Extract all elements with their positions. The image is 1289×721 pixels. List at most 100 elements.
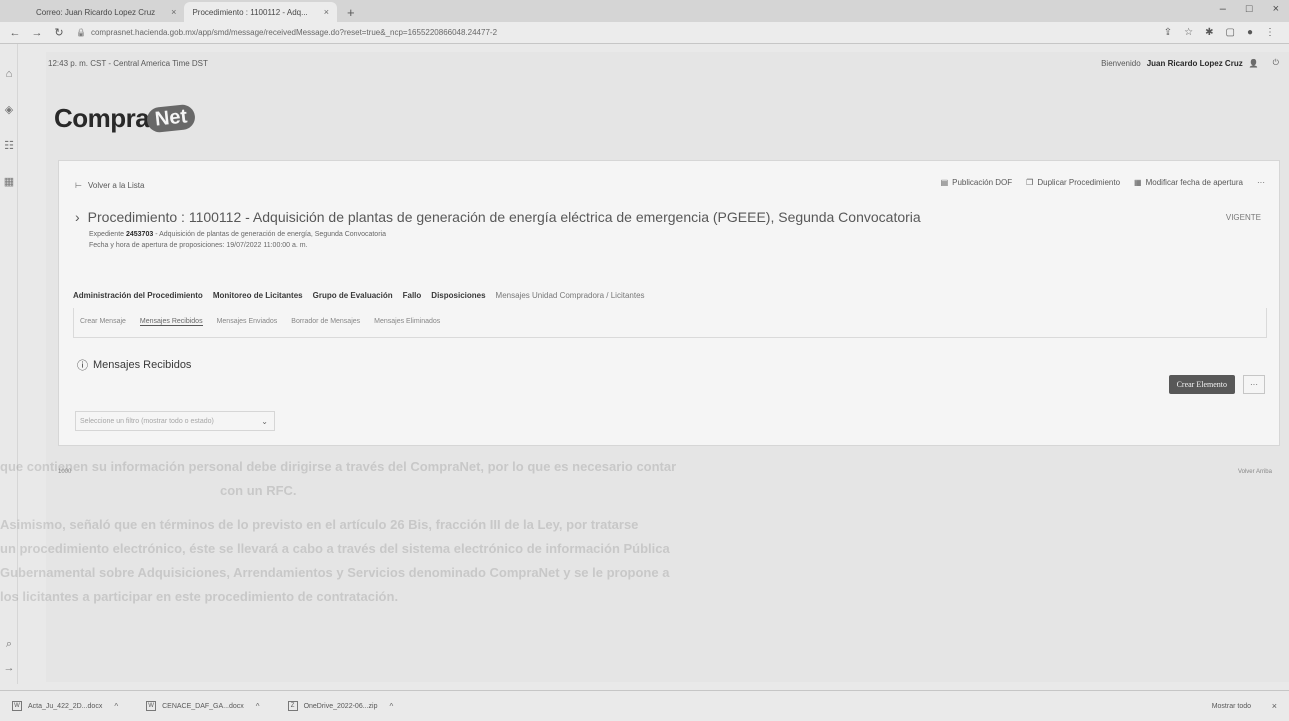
modify-date-button[interactable]: ▦ Modificar fecha de apertura [1134, 178, 1243, 187]
logo-text-compra: Compra [54, 102, 150, 133]
procedure-title-text: Procedimiento : 1100112 - Adquisición de… [87, 209, 921, 225]
new-tab-button[interactable]: + [337, 2, 365, 22]
tab-messages[interactable]: Mensajes Unidad Compradora / Licitantes [496, 291, 645, 300]
sub-tabs-container: Crear Mensaje Mensajes Recibidos Mensaje… [73, 308, 1267, 338]
expand-arrow-icon[interactable]: → [3, 662, 15, 674]
url-text: comprasnet.hacienda.gob.mx/app/smd/messa… [90, 28, 498, 37]
status-badge: VIGENTE [1225, 213, 1261, 222]
tab-fallo[interactable]: Fallo [403, 291, 422, 300]
chevron-up-icon[interactable]: ^ [390, 702, 394, 711]
action-label: Modificar fecha de apertura [1145, 178, 1243, 187]
search-icon[interactable]: ⌕ [3, 638, 15, 650]
browser-tab-procedure[interactable]: Procedimiento : 1100112 - Adq... × [184, 2, 338, 22]
action-label: Publicación DOF [952, 178, 1013, 187]
publish-dof-button[interactable]: ▤ Publicación DOF [941, 178, 1013, 187]
procedure-header: › Procedimiento : 1100112 - Adquisición … [75, 209, 1261, 265]
building-icon[interactable]: ▦ [3, 176, 15, 188]
tab-disposiciones[interactable]: Disposiciones [431, 291, 485, 300]
word-file-icon: W [12, 701, 22, 711]
document-icon: ▤ [940, 178, 949, 187]
download-name: OneDrive_2022-06...zip [303, 702, 378, 710]
subtab-sent-messages[interactable]: Mensajes Enviados [217, 318, 278, 326]
expediente-number: 2453703 [125, 231, 154, 238]
download-name: Acta_Ju_422_2D...docx [28, 702, 103, 710]
subtab-deleted-messages[interactable]: Mensajes Eliminados [374, 318, 440, 326]
expediente-line: Expediente 2453703 - Adquisición de plan… [89, 231, 1261, 238]
minimize-button[interactable]: – [1220, 3, 1226, 15]
users-icon[interactable]: ☷ [3, 140, 15, 152]
tab-evaluation-group[interactable]: Grupo de Evaluación [313, 291, 393, 300]
welcome-prefix: Bienvenido [1101, 58, 1141, 68]
zip-file-icon: Z [287, 701, 298, 711]
help-icon: ⓘ [77, 360, 88, 372]
share-icon[interactable]: ⇪ [1164, 27, 1172, 38]
download-item[interactable]: W CENACE_DAF_GA...docx ^ [146, 701, 275, 711]
filter-placeholder: Seleccione un filtro (mostrar todo o est… [80, 417, 214, 425]
maximize-button[interactable]: □ [1246, 3, 1253, 15]
procedure-actions: ▤ Publicación DOF ❐ Duplicar Procedimien… [941, 178, 1265, 187]
bg-line: Asimismo, señaló que en términos de lo p… [0, 517, 639, 532]
subtab-create-message[interactable]: Crear Mensaje [80, 318, 126, 326]
word-file-icon: W [146, 701, 157, 711]
download-item[interactable]: W Acta_Ju_422_2D...docx ^ [12, 701, 134, 711]
subtab-received-messages[interactable]: Mensajes Recibidos [139, 318, 203, 326]
browser-tab-bar: Correo: Juan Ricardo Lopez Cruz × Proced… [0, 0, 1289, 22]
bg-line: con un RFC. [220, 483, 297, 498]
downloads-bar: W Acta_Ju_422_2D...docx ^ W CENACE_DAF_G… [0, 690, 1289, 721]
close-tab-icon[interactable]: × [171, 7, 176, 17]
wifi-icon[interactable]: ◈ [3, 104, 15, 116]
download-item[interactable]: Z OneDrive_2022-06...zip ^ [287, 701, 410, 711]
home-icon[interactable]: ⌂ [3, 68, 15, 80]
close-tab-icon[interactable]: × [324, 7, 329, 17]
section-heading: ⓘ Mensajes Recibidos [77, 357, 191, 373]
expediente-desc: - Adquisición de plantas de generación d… [155, 231, 386, 238]
close-window-button[interactable]: × [1273, 3, 1279, 15]
duplicate-procedure-button[interactable]: ❐ Duplicar Procedimiento [1026, 178, 1120, 187]
user-icon[interactable]: 👤 [1249, 59, 1259, 68]
power-icon[interactable]: ⏻ [1273, 58, 1279, 68]
bg-line: que contienen su información personal de… [0, 459, 677, 474]
tab-monitoring[interactable]: Monitoreo de Licitantes [213, 291, 303, 300]
lock-icon: 🔒 [76, 28, 86, 37]
browser-toolbar-icons: ⇪ ☆ ✱ ▢ ● ⋮ [1164, 27, 1275, 38]
url-field[interactable]: 🔒 comprasnet.hacienda.gob.mx/app/smd/mes… [76, 28, 1164, 37]
top-info-bar: 12:43 p. m. CST - Central America Time D… [46, 52, 1289, 74]
procedure-title: › Procedimiento : 1100112 - Adquisición … [75, 209, 1261, 225]
back-icon: ⊢ [75, 181, 82, 190]
download-name: CENACE_DAF_GA...docx [162, 702, 244, 710]
sidebar-icon[interactable]: ▢ [1226, 27, 1235, 38]
subtab-drafts[interactable]: Borrador de Mensajes [291, 318, 360, 326]
procedure-card: ⊢ Volver a la Lista ▤ Publicación DOF ❐ … [58, 160, 1280, 446]
main-tabs: Administración del Procedimiento Monitor… [73, 291, 645, 300]
menu-icon[interactable]: ⋮ [1265, 27, 1275, 38]
more-actions-button[interactable]: ··· [1257, 178, 1265, 187]
back-arrow-icon[interactable]: ← [8, 27, 22, 39]
user-welcome: Bienvenido Juan Ricardo Lopez Cruz 👤 ⏻ [1101, 58, 1279, 68]
compranet-logo: Compra Net [54, 98, 197, 138]
extensions-icon[interactable]: ✱ [1205, 27, 1213, 38]
chevron-up-icon[interactable]: ^ [256, 702, 260, 711]
create-element-button[interactable]: Crear Elemento [1168, 375, 1235, 394]
profile-icon[interactable]: ● [1247, 27, 1253, 38]
browser-tab-mail[interactable]: Correo: Juan Ricardo Lopez Cruz × [28, 2, 184, 22]
opening-date: Fecha y hora de apertura de proposicione… [89, 242, 308, 249]
sub-tabs: Crear Mensaje Mensajes Recibidos Mensaje… [80, 318, 440, 326]
window-controls: – □ × [1220, 3, 1279, 15]
forward-arrow-icon[interactable]: → [30, 27, 44, 39]
tab-administration[interactable]: Administración del Procedimiento [73, 291, 203, 300]
back-to-list-link[interactable]: ⊢ Volver a la Lista [75, 181, 144, 190]
action-label: Duplicar Procedimiento [1037, 178, 1121, 187]
close-downloads-icon[interactable]: × [1272, 701, 1277, 711]
star-icon[interactable]: ☆ [1184, 27, 1193, 38]
time-zone-label: 12:43 p. m. CST - Central America Time D… [48, 58, 208, 68]
logo-text-net: Net [146, 103, 197, 133]
show-all-downloads-button[interactable]: Mostrar todo [1212, 703, 1251, 710]
collapse-chevron-icon[interactable]: › [75, 209, 80, 225]
more-options-button[interactable]: ··· [1243, 375, 1265, 394]
reload-icon[interactable]: ↻ [52, 26, 66, 39]
tab-label: Procedimiento : 1100112 - Adq... [192, 7, 308, 17]
chevron-up-icon[interactable]: ^ [114, 702, 118, 711]
filter-select[interactable]: Seleccione un filtro (mostrar todo o est… [75, 411, 275, 431]
copy-icon: ❐ [1026, 178, 1034, 187]
back-label: Volver a la Lista [87, 181, 145, 190]
